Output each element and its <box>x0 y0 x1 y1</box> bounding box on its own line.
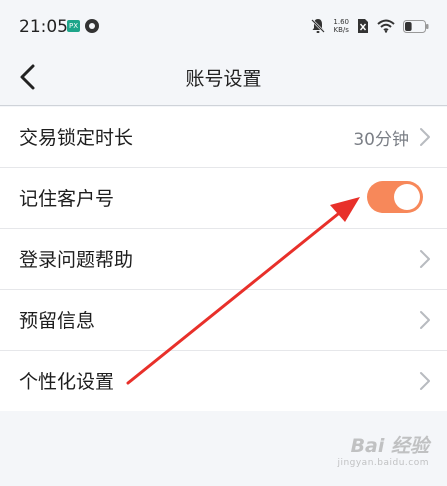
circle-app-icon <box>85 19 99 33</box>
chevron-right-icon <box>420 372 430 390</box>
mute-bell-icon <box>311 19 326 33</box>
wifi-icon <box>377 19 395 33</box>
setting-label: 登录问题帮助 <box>19 249 134 271</box>
setting-label: 个性化设置 <box>19 371 115 393</box>
chevron-right-icon <box>420 250 430 268</box>
setting-reserved-info[interactable]: 预留信息 <box>0 290 447 351</box>
network-speed: 1.60 KB/s <box>333 18 349 34</box>
net-speed-unit: KB/s <box>333 26 349 34</box>
status-time: 21:05 <box>19 17 68 37</box>
setting-trade-lock-duration[interactable]: 交易锁定时长 30分钟 <box>0 107 447 168</box>
chevron-right-icon <box>420 128 430 146</box>
setting-label: 记住客户号 <box>19 188 115 210</box>
battery-icon <box>403 19 429 33</box>
setting-label: 预留信息 <box>19 310 96 332</box>
setting-personalization[interactable]: 个性化设置 <box>0 351 447 411</box>
page-title: 账号设置 <box>185 68 262 90</box>
chevron-right-icon <box>420 311 430 329</box>
setting-value: 30分钟 <box>353 130 409 150</box>
setting-remember-customer-id: 记住客户号 <box>0 168 447 229</box>
watermark-brand: Bai 经验 <box>350 435 429 457</box>
remember-customer-id-toggle[interactable] <box>367 181 423 213</box>
settings-list: 交易锁定时长 30分钟 记住客户号 登录问题帮助 预留信息 个性化设置 <box>0 107 447 411</box>
watermark: Bai 经验 jingyan.baidu.com <box>337 431 429 468</box>
setting-login-help[interactable]: 登录问题帮助 <box>0 229 447 290</box>
setting-label: 交易锁定时长 <box>19 127 134 149</box>
app-badge-icon: PX <box>67 20 80 32</box>
watermark-url: jingyan.baidu.com <box>337 458 429 468</box>
nav-bar: 账号设置 <box>0 52 447 106</box>
no-sim-icon <box>358 19 368 33</box>
status-bar: 21:05 PX 1.60 KB/s <box>0 0 447 52</box>
toggle-knob <box>394 184 420 210</box>
net-speed-value: 1.60 <box>333 18 349 26</box>
status-icons: 1.60 KB/s <box>311 16 429 36</box>
